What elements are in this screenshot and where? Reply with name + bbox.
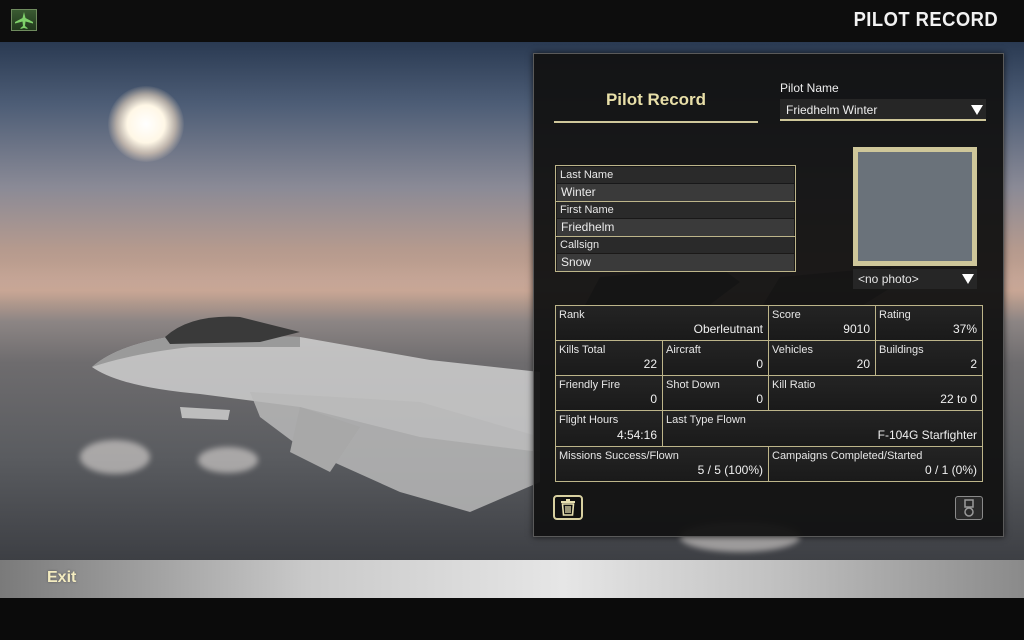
- name-fields-box: Last Name Winter First Name Friedhelm Ca…: [555, 165, 796, 272]
- stat-label: Last Type Flown: [666, 414, 746, 426]
- stat-value: 37%: [952, 322, 977, 336]
- stat-campaigns: Campaigns Completed/Started 0 / 1 (0%): [769, 447, 982, 481]
- first-name-input[interactable]: Friedhelm: [557, 219, 794, 236]
- stat-value: F-104G Starfighter: [877, 428, 977, 442]
- stat-value: 0: [650, 392, 657, 406]
- stat-value: 22: [643, 357, 657, 371]
- stat-value: 20: [856, 357, 870, 371]
- stat-friendly-fire: Friendly Fire 0: [556, 376, 663, 411]
- delete-pilot-button[interactable]: [553, 495, 583, 520]
- stat-label: Missions Success/Flown: [559, 450, 679, 462]
- callsign-label: Callsign: [557, 237, 794, 253]
- stat-value: 9010: [843, 322, 870, 336]
- aircraft-icon: [15, 12, 33, 29]
- stat-value: 4:54:16: [616, 428, 657, 442]
- stat-label: Buildings: [879, 344, 924, 356]
- exit-button[interactable]: Exit: [47, 569, 76, 587]
- last-name-label: Last Name: [557, 167, 794, 183]
- first-name-label: First Name: [557, 202, 794, 218]
- stat-value: 2: [970, 357, 977, 371]
- stat-vehicles: Vehicles 20: [769, 341, 876, 376]
- stat-label: Rank: [559, 309, 585, 321]
- callsign-field[interactable]: Callsign Snow: [557, 237, 794, 271]
- pilot-name-label: Pilot Name: [780, 81, 839, 95]
- stat-value: 22 to 0: [940, 392, 977, 406]
- stat-kill-ratio: Kill Ratio 22 to 0: [769, 376, 982, 411]
- stat-value: 0: [756, 357, 763, 371]
- stat-label: Friendly Fire: [559, 379, 621, 391]
- stat-buildings: Buildings 2: [876, 341, 982, 376]
- stat-label: Aircraft: [666, 344, 701, 356]
- medals-button[interactable]: [955, 496, 983, 520]
- last-name-field[interactable]: Last Name Winter: [557, 167, 794, 201]
- stat-rating: Rating 37%: [876, 306, 982, 341]
- pilot-name-value: Friedhelm Winter: [786, 103, 878, 117]
- stat-last-type-flown: Last Type Flown F-104G Starfighter: [663, 411, 982, 447]
- stat-kills-total: Kills Total 22: [556, 341, 663, 376]
- stat-score: Score 9010: [769, 306, 876, 341]
- trash-icon: [561, 499, 575, 516]
- first-name-field[interactable]: First Name Friedhelm: [557, 202, 794, 236]
- pilot-name-dropdown[interactable]: Friedhelm Winter: [780, 99, 986, 121]
- photo-value: <no photo>: [858, 272, 919, 286]
- stat-value: 5 / 5 (100%): [697, 463, 763, 477]
- stat-label: Flight Hours: [559, 414, 619, 426]
- medal-icon: [964, 499, 974, 517]
- footer-strip: [0, 598, 1024, 640]
- stat-aircraft: Aircraft 0: [663, 341, 769, 376]
- stats-grid: Rank Oberleutnant Score 9010 Rating 37% …: [555, 305, 983, 482]
- pilot-record-panel: Pilot Record Pilot Name Friedhelm Winter…: [533, 53, 1004, 537]
- chevron-down-icon[interactable]: [971, 105, 983, 115]
- title-underline: [554, 121, 758, 123]
- panel-title: Pilot Record: [605, 90, 707, 109]
- stat-value: 0: [756, 392, 763, 406]
- stat-label: Score: [772, 309, 801, 321]
- stat-value: Oberleutnant: [693, 322, 763, 336]
- stat-label: Vehicles: [772, 344, 813, 356]
- stat-label: Rating: [879, 309, 911, 321]
- top-bar: PILOT RECORD: [0, 0, 1024, 42]
- home-button[interactable]: [11, 9, 37, 31]
- stat-label: Kill Ratio: [772, 379, 816, 391]
- stat-missions: Missions Success/Flown 5 / 5 (100%): [556, 447, 769, 481]
- photo-dropdown[interactable]: <no photo>: [853, 269, 977, 289]
- stat-label: Kills Total: [559, 344, 606, 356]
- screen-title: PILOT RECORD: [853, 9, 998, 31]
- last-name-input[interactable]: Winter: [557, 184, 794, 201]
- stat-label: Shot Down: [666, 379, 720, 391]
- callsign-input[interactable]: Snow: [557, 254, 794, 271]
- pilot-photo: [853, 147, 977, 266]
- bottom-bar: Exit: [0, 560, 1024, 598]
- stat-flight-hours: Flight Hours 4:54:16: [556, 411, 663, 447]
- stat-value: 0 / 1 (0%): [924, 463, 977, 477]
- stat-rank: Rank Oberleutnant: [556, 306, 769, 341]
- stat-shot-down: Shot Down 0: [663, 376, 769, 411]
- stat-label: Campaigns Completed/Started: [772, 450, 923, 462]
- chevron-down-icon[interactable]: [962, 274, 974, 284]
